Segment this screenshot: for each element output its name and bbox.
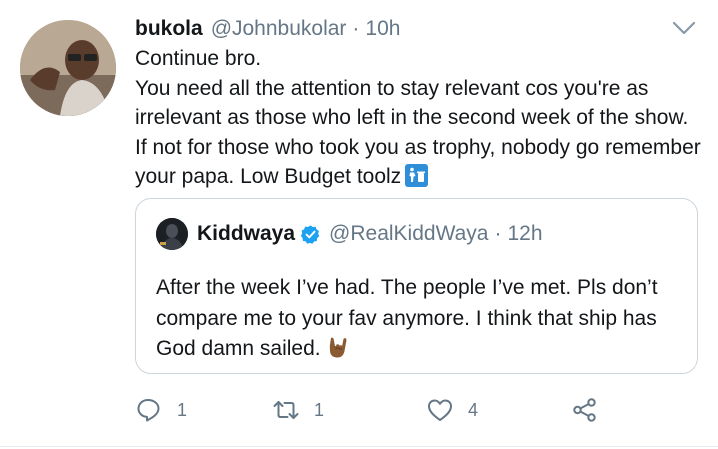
quoted-author-avatar (156, 218, 188, 250)
author-handle[interactable]: @Johnbukolar (211, 17, 347, 41)
quoted-author-handle: @RealKiddWaya (329, 222, 489, 245)
timestamp[interactable]: 10h (365, 17, 400, 41)
rock-on-hand-emoji-icon (329, 337, 347, 358)
like-action[interactable]: 4 (426, 394, 478, 426)
wastebasket-emoji-icon (405, 164, 429, 187)
retweet-action[interactable]: 1 (272, 394, 324, 426)
chevron-down-icon[interactable] (671, 18, 697, 38)
share-icon (573, 398, 596, 422)
tweet[interactable]: bukola @Johnbukolar · 10h Continue bro. … (0, 0, 718, 449)
quoted-author-name: Kiddwaya (197, 222, 296, 245)
quoted-tweet-header: Kiddwaya @RealKiddWaya · 12h (156, 218, 543, 250)
reply-icon (137, 399, 160, 422)
reply-action[interactable]: 1 (135, 394, 187, 426)
bottom-divider (0, 446, 718, 447)
quoted-tweet-text-content: After the week I’ve had. The people I’ve… (156, 276, 658, 360)
tweet-text-line-1: Continue bro. (135, 47, 262, 70)
heart-icon (428, 399, 452, 421)
author-avatar[interactable] (20, 20, 116, 116)
tweet-text: Continue bro. You need all the attention… (135, 44, 705, 192)
separator-dot: · (352, 17, 360, 40)
retweet-icon (273, 401, 299, 419)
tweet-text-line-2: You need all the attention to stay relev… (135, 74, 705, 192)
share-action[interactable] (571, 394, 599, 426)
quoted-tweet-text: After the week I’ve had. The people I’ve… (156, 273, 681, 365)
verified-badge-icon (300, 224, 320, 244)
quoted-tweet-card[interactable]: Kiddwaya @RealKiddWaya · 12h After the w… (135, 198, 698, 374)
retweet-count: 1 (314, 399, 325, 420)
tweet-actions: 1 1 4 (135, 394, 615, 426)
quoted-timestamp: 12h (507, 222, 543, 245)
author-name[interactable]: bukola (135, 17, 203, 41)
tweet-header: bukola @Johnbukolar · 10h (135, 14, 400, 44)
quoted-separator-dot: · (494, 222, 502, 245)
like-count: 4 (468, 399, 479, 420)
reply-count: 1 (177, 399, 188, 420)
